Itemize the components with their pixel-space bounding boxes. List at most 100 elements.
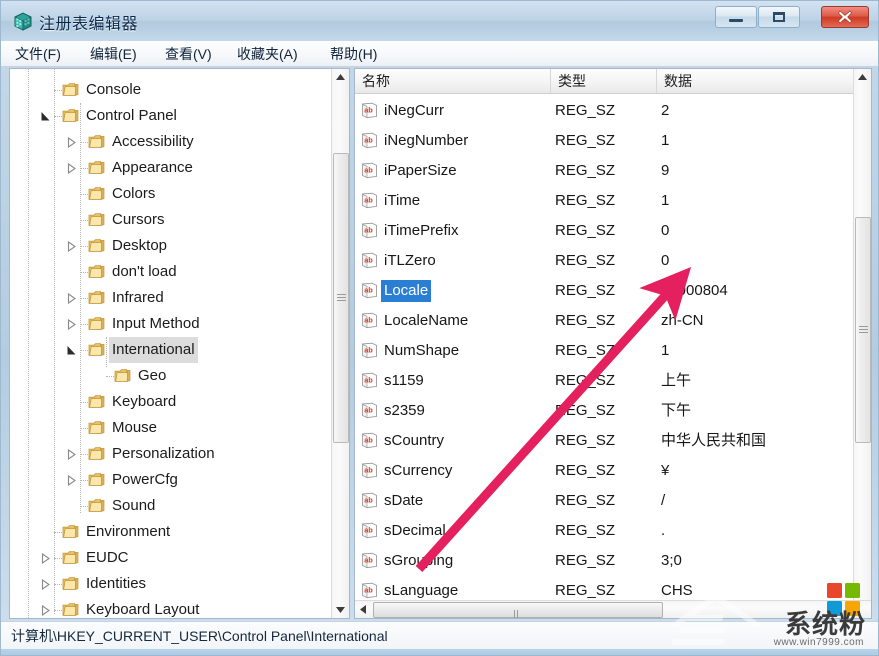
tree-item-label: Accessibility (109, 129, 197, 155)
tree-expander-expanded-icon[interactable] (66, 345, 77, 356)
tree-expander-collapsed-icon[interactable] (66, 137, 77, 148)
registry-value-row[interactable]: abs2359REG_SZ下午 (355, 396, 872, 426)
registry-value-row[interactable]: abiTimeREG_SZ1 (355, 186, 872, 216)
tree-guide-line (80, 298, 88, 299)
svg-text:ab: ab (364, 316, 373, 325)
close-button[interactable] (821, 6, 869, 28)
string-value-icon: ab (361, 102, 378, 119)
tree-item-label: Infrared (109, 285, 167, 311)
menu-bar: 文件(F) 编辑(E) 查看(V) 收藏夹(A) 帮助(H) (1, 41, 879, 67)
registry-value-row[interactable]: absDecimalREG_SZ. (355, 516, 872, 546)
tree-item-label: Keyboard (109, 389, 179, 415)
menu-favorites[interactable]: 收藏夹(A) (233, 45, 302, 64)
value-type: REG_SZ (555, 580, 615, 602)
tree-expander-collapsed-icon[interactable] (66, 319, 77, 330)
registry-value-row[interactable]: abiPaperSizeREG_SZ9 (355, 156, 872, 186)
tree-scrollbar-thumb[interactable] (333, 153, 349, 443)
value-type: REG_SZ (555, 310, 615, 332)
registry-value-row[interactable]: abiNegCurrREG_SZ2 (355, 96, 872, 126)
tree-item-label: Console (83, 77, 144, 103)
column-header-data[interactable]: 数据 (657, 69, 872, 93)
value-type: REG_SZ (555, 250, 615, 272)
value-type: REG_SZ (555, 190, 615, 212)
tree-expander-collapsed-icon[interactable] (66, 293, 77, 304)
registry-value-row[interactable]: abLocaleNameREG_SZzh-CN (355, 306, 872, 336)
tree-expander-collapsed-icon[interactable] (40, 605, 51, 616)
column-header-type[interactable]: 类型 (551, 69, 657, 93)
menu-view[interactable]: 查看(V) (161, 45, 216, 64)
svg-text:ab: ab (364, 556, 373, 565)
tree-expander-collapsed-icon[interactable] (40, 579, 51, 590)
value-data: 9 (661, 160, 669, 182)
list-hscrollbar-thumb[interactable] (373, 602, 663, 618)
value-type: REG_SZ (555, 160, 615, 182)
tree-item-label: Desktop (109, 233, 170, 259)
registry-value-row[interactable]: abiTimePrefixREG_SZ0 (355, 216, 872, 246)
registry-value-row[interactable]: abNumShapeREG_SZ1 (355, 336, 872, 366)
value-name: sCountry (381, 430, 447, 452)
tree-guide-line (80, 402, 88, 403)
tree-item-label: don't load (109, 259, 180, 285)
tree-expander-collapsed-icon[interactable] (66, 449, 77, 460)
tree-item-label: Personalization (109, 441, 218, 467)
tree-expander-expanded-icon[interactable] (40, 111, 51, 122)
registry-value-row[interactable]: abLocaleREG_SZ00000804 (355, 276, 872, 306)
folder-icon (88, 444, 105, 459)
value-name: iTimePrefix (381, 220, 461, 242)
tree-expander-collapsed-icon[interactable] (66, 475, 77, 486)
folder-icon (62, 548, 79, 563)
value-type: REG_SZ (555, 460, 615, 482)
menu-edit[interactable]: 编辑(E) (86, 45, 141, 64)
column-header-name[interactable]: 名称 (355, 69, 551, 93)
folder-icon (88, 418, 105, 433)
tree-guide-line (80, 220, 88, 221)
scroll-up-icon[interactable] (854, 69, 871, 86)
tree-vertical-scrollbar[interactable] (331, 69, 349, 618)
value-data: 0 (661, 220, 669, 242)
registry-editor-icon (12, 10, 34, 32)
string-value-icon: ab (361, 222, 378, 239)
registry-value-row[interactable]: absDateREG_SZ/ (355, 486, 872, 516)
registry-value-row[interactable]: absGroupingREG_SZ3;0 (355, 546, 872, 576)
folder-icon (88, 132, 105, 147)
tree-guide-line (54, 558, 62, 559)
scroll-left-icon[interactable] (355, 601, 372, 618)
list-vertical-scrollbar[interactable] (853, 69, 871, 600)
scroll-up-icon[interactable] (332, 69, 349, 86)
menu-help[interactable]: 帮助(H) (326, 45, 381, 64)
value-name: iTLZero (381, 250, 439, 272)
value-data: . (661, 520, 665, 542)
folder-icon (114, 366, 131, 381)
registry-value-row[interactable]: abs1159REG_SZ上午 (355, 366, 872, 396)
value-type: REG_SZ (555, 430, 615, 452)
value-name: iNegNumber (381, 130, 471, 152)
registry-value-row[interactable]: abiTLZeroREG_SZ0 (355, 246, 872, 276)
string-value-icon: ab (361, 462, 378, 479)
minimize-button[interactable] (715, 6, 757, 28)
list-horizontal-scrollbar[interactable] (355, 600, 871, 618)
string-value-icon: ab (361, 432, 378, 449)
tree-guide-line (54, 116, 62, 117)
folder-icon (62, 600, 79, 615)
tree-item-label: Mouse (109, 415, 160, 441)
scrollbar-grip-icon (337, 294, 346, 302)
tree-expander-collapsed-icon[interactable] (66, 241, 77, 252)
menu-file[interactable]: 文件(F) (11, 45, 65, 64)
tree-expander-collapsed-icon[interactable] (40, 553, 51, 564)
list-scrollbar-thumb[interactable] (855, 217, 871, 443)
registry-tree-pane[interactable]: ConsoleControl PanelAccessibilityAppeara… (9, 68, 350, 619)
tree-guide-line (80, 480, 88, 481)
folder-icon (88, 262, 105, 277)
registry-value-row[interactable]: abiNegNumberREG_SZ1 (355, 126, 872, 156)
registry-value-row[interactable]: absCountryREG_SZ中华人民共和国 (355, 426, 872, 456)
registry-value-row[interactable]: absCurrencyREG_SZ¥ (355, 456, 872, 486)
string-value-icon: ab (361, 312, 378, 329)
tree-guide-line (54, 532, 62, 533)
value-name: Locale (381, 280, 431, 302)
registry-values-pane[interactable]: 名称 类型 数据 abiNegCurrREG_SZ2abiNegNumberRE… (354, 68, 872, 619)
scroll-down-icon[interactable] (332, 601, 349, 618)
tree-item-label: Keyboard Layout (83, 597, 202, 619)
maximize-button[interactable] (758, 6, 800, 28)
svg-text:ab: ab (364, 406, 373, 415)
tree-expander-collapsed-icon[interactable] (66, 163, 77, 174)
